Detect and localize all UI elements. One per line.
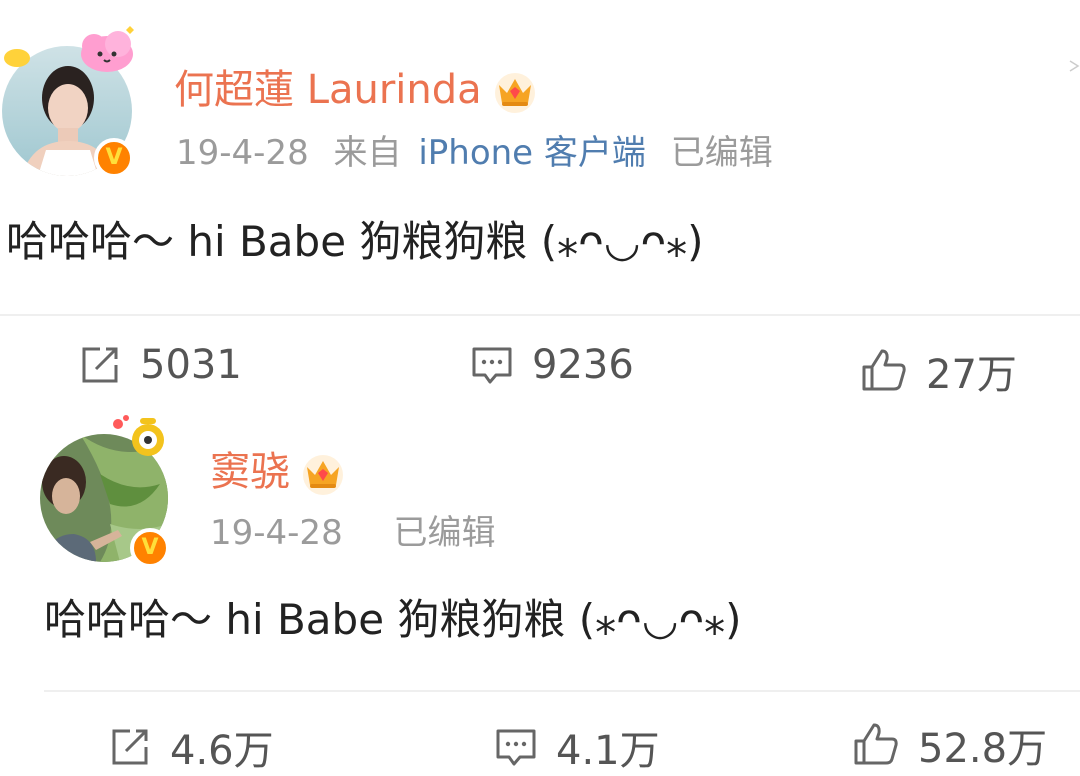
username-row: 窦骁 bbox=[210, 442, 346, 502]
source-link[interactable]: iPhone 客户端 bbox=[418, 133, 646, 173]
source-prefix: 来自 bbox=[333, 133, 402, 173]
post-content: 哈哈哈～ hi Babe 狗粮狗粮 (⁎ᴖ◡ᴖ⁎) bbox=[44, 595, 742, 644]
comment-button[interactable]: 9236 bbox=[470, 342, 634, 388]
username-row: 何超蓮 Laurinda bbox=[174, 60, 538, 120]
post-meta: 19-4-28 已编辑 bbox=[210, 508, 510, 558]
comment-button[interactable]: 4.1万 bbox=[494, 718, 660, 776]
like-count: 52.8万 bbox=[918, 726, 1048, 772]
thumbs-up-icon bbox=[862, 349, 906, 391]
repost-count: 4.6万 bbox=[170, 728, 274, 774]
comment-count: 9236 bbox=[532, 342, 634, 388]
like-button[interactable]: 27万 bbox=[860, 342, 1017, 400]
avatar-group[interactable]: V bbox=[2, 26, 142, 190]
comment-icon bbox=[496, 729, 536, 766]
heart-cloud-icon bbox=[81, 26, 134, 72]
repost-icon bbox=[112, 729, 148, 765]
verified-v-icon: V bbox=[94, 138, 134, 178]
edited-label: 已编辑 bbox=[393, 513, 496, 553]
post-meta: 19-4-28 来自 iPhone 客户端 已编辑 bbox=[176, 128, 787, 178]
repost-count: 5031 bbox=[140, 342, 242, 388]
crown-icon[interactable] bbox=[492, 67, 538, 113]
comment-count: 4.1万 bbox=[556, 728, 660, 774]
post-date: 19-4-28 bbox=[210, 513, 343, 553]
chevron-right-icon bbox=[1069, 60, 1080, 72]
thumbs-up-icon bbox=[854, 723, 898, 765]
sticker-icon bbox=[113, 415, 164, 456]
post-content: 哈哈哈～ hi Babe 狗粮狗粮 (⁎ᴖ◡ᴖ⁎) bbox=[6, 217, 704, 266]
comment-icon bbox=[472, 347, 512, 384]
username[interactable]: 窦骁 bbox=[210, 442, 290, 502]
avatar-group[interactable]: V bbox=[40, 415, 180, 572]
crown-icon[interactable] bbox=[300, 449, 346, 495]
weibo-post-1: V 何超蓮 Laurinda 19-4-28 来自 iPhone 客户端 已编辑… bbox=[0, 0, 1080, 410]
sticker-icon bbox=[4, 49, 30, 67]
edited-label: 已编辑 bbox=[670, 133, 773, 173]
repost-button[interactable]: 4.6万 bbox=[108, 718, 274, 776]
divider bbox=[0, 314, 1080, 316]
post-date: 19-4-28 bbox=[176, 133, 309, 173]
verified-v-icon: V bbox=[130, 528, 170, 568]
like-count: 27万 bbox=[926, 352, 1017, 398]
username[interactable]: 何超蓮 Laurinda bbox=[174, 60, 482, 120]
weibo-post-2: V 窦骁 19-4-28 已编辑 哈哈哈～ hi Babe 狗粮狗粮 (⁎ᴖ◡ᴖ… bbox=[0, 410, 1080, 774]
repost-button[interactable]: 5031 bbox=[78, 342, 242, 388]
divider bbox=[44, 690, 1080, 692]
like-button[interactable]: 52.8万 bbox=[852, 716, 1047, 774]
repost-icon bbox=[82, 347, 118, 383]
